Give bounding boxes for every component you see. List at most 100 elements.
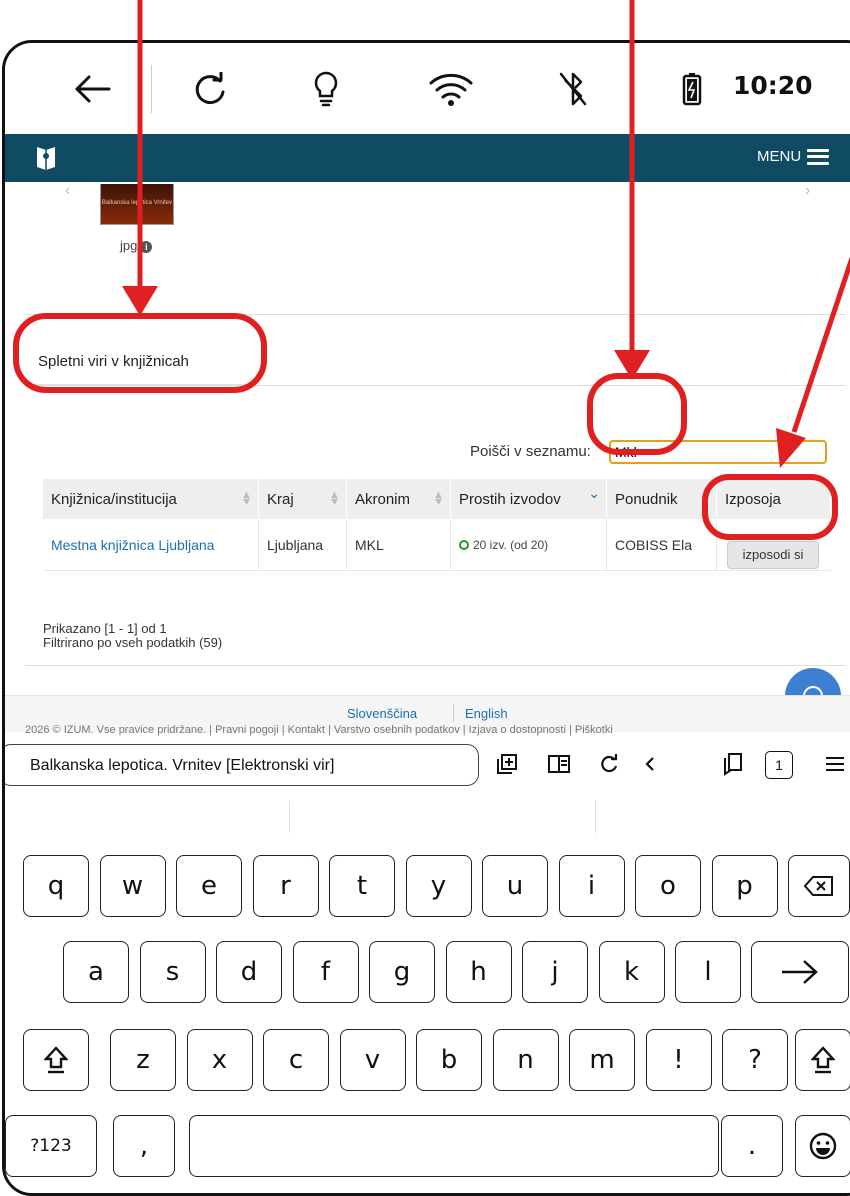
key-k[interactable]: k — [598, 941, 665, 1003]
emoji-key[interactable] — [795, 1115, 850, 1177]
key-a[interactable]: a — [63, 941, 129, 1003]
back-icon[interactable] — [640, 751, 660, 777]
book-cover-thumbnail[interactable]: Balkanska lepotica Vrnitev — [100, 184, 174, 225]
hamburger-icon — [807, 148, 830, 165]
table-cell-available: 20 izv. (od 20) — [451, 519, 607, 571]
browser-menu-icon[interactable] — [823, 751, 847, 777]
lang-slovenian-link[interactable]: Slovenščina — [347, 706, 417, 721]
key-d[interactable]: d — [216, 941, 282, 1003]
key-y[interactable]: y — [405, 855, 472, 917]
section-title[interactable]: Spletni viri v knjižnicah — [38, 353, 189, 370]
key-period[interactable]: . — [721, 1115, 783, 1177]
browser-toolbar: Balkanska lepotica. Vrnitev [Elektronski… — [5, 741, 850, 789]
showing-count: Prikazano [1 - 1] od 1 — [43, 621, 167, 636]
key-w[interactable]: w — [99, 855, 166, 917]
acronym-text: MKL — [355, 536, 384, 553]
table-cell-library[interactable]: Mestna knjižnica Ljubljana — [43, 519, 259, 571]
key-exclamation[interactable]: ! — [645, 1029, 712, 1091]
key-question[interactable]: ? — [722, 1029, 788, 1091]
available-status-icon — [459, 539, 469, 550]
key-o[interactable]: o — [635, 855, 701, 917]
reload-icon[interactable] — [598, 751, 620, 777]
add-bookmark-icon[interactable] — [493, 751, 521, 777]
search-input[interactable] — [609, 440, 827, 464]
key-b[interactable]: b — [416, 1029, 482, 1091]
carousel-prev-icon[interactable]: ‹ — [65, 182, 70, 200]
table-cell-provider: COBISS Ela — [607, 519, 717, 571]
key-p[interactable]: p — [711, 855, 778, 917]
backspace-key[interactable] — [788, 855, 850, 917]
col-header-label: Kraj — [267, 490, 294, 508]
menu-label: MENU — [757, 148, 802, 165]
reader-mode-icon[interactable] — [545, 751, 573, 777]
key-u[interactable]: u — [482, 855, 548, 917]
table-cell-acronym: MKL — [347, 519, 451, 571]
tab-count: 1 — [775, 757, 783, 773]
key-i[interactable]: i — [558, 855, 625, 917]
library-logo-icon[interactable] — [35, 143, 57, 171]
lightbulb-icon[interactable] — [303, 65, 349, 113]
url-bar[interactable]: Balkanska lepotica. Vrnitev [Elektronski… — [5, 744, 479, 786]
key-m[interactable]: m — [569, 1029, 635, 1091]
col-header-acronym[interactable]: Akronim ▲ ▼ — [347, 479, 451, 519]
key-h[interactable]: h — [445, 941, 512, 1003]
status-bar: 10:20 — [5, 43, 850, 135]
battery-icon — [677, 65, 707, 113]
key-g[interactable]: g — [369, 941, 435, 1003]
refresh-icon[interactable] — [185, 65, 235, 113]
on-screen-keyboard: qwertyuiop asdfghjkl z x c v b n m!? ?123,. — [5, 791, 850, 1193]
copyright-text: 2026 © IZUM. Vse pravice pridržane. | Pr… — [25, 724, 613, 736]
key-z[interactable]: z — [110, 1029, 176, 1091]
back-arrow-icon[interactable] — [67, 65, 117, 113]
menu-button[interactable]: MENU — [757, 148, 830, 165]
col-header-available[interactable]: Prostih izvodov ⌄ — [451, 479, 607, 519]
lang-english-link[interactable]: English — [465, 706, 508, 721]
filtered-count: Filtrirano po vseh podatkih (59) — [43, 635, 223, 650]
key-comma[interactable]: , — [113, 1115, 175, 1177]
bookmarks-icon[interactable] — [721, 751, 745, 777]
enter-key[interactable] — [751, 941, 849, 1003]
library-link[interactable]: Mestna knjižnica Ljubljana — [51, 537, 214, 553]
sort-desc-icon: ⌄ — [588, 485, 600, 501]
borrow-button[interactable]: izposodi si — [727, 541, 819, 569]
key-n[interactable]: n — [492, 1029, 559, 1091]
wifi-icon[interactable] — [423, 65, 479, 113]
file-type-text: jpg — [120, 238, 138, 253]
space-key[interactable] — [189, 1115, 719, 1177]
sort-icon: ▲ ▼ — [329, 489, 340, 508]
key-q[interactable]: q — [23, 855, 89, 917]
key-v[interactable]: v — [339, 1029, 406, 1091]
col-header-label: Ponudnik — [615, 490, 678, 508]
key-r[interactable]: r — [252, 855, 319, 917]
divider — [245, 385, 845, 386]
results-info: Prikazano [1 - 1] od 1 Filtrirano po vse… — [43, 622, 222, 650]
key-x[interactable]: x — [186, 1029, 253, 1091]
key-j[interactable]: j — [522, 941, 588, 1003]
suggestion-divider — [289, 801, 290, 833]
carousel-next-icon[interactable]: › — [805, 182, 810, 200]
symbols-key[interactable]: ?123 — [5, 1115, 97, 1177]
info-icon[interactable]: i — [140, 241, 153, 253]
key-t[interactable]: t — [329, 855, 395, 917]
col-header-library[interactable]: Knjižnica/institucija ▲ ▼ — [43, 479, 259, 519]
divider — [453, 704, 454, 722]
section-tab-underline — [25, 384, 245, 386]
col-header-provider[interactable]: Ponudnik ▲ ▼ — [607, 479, 717, 519]
col-header-borrow[interactable]: Izposoja — [717, 479, 831, 519]
site-header: MENU — [5, 134, 850, 182]
bluetooth-off-icon[interactable] — [553, 65, 593, 113]
thumbnail-text: Balkanska lepotica Vrnitev — [101, 200, 173, 206]
suggestion-divider — [595, 801, 596, 833]
key-e[interactable]: e — [176, 855, 242, 917]
key-l[interactable]: l — [675, 941, 741, 1003]
col-header-label: Prostih izvodov — [459, 490, 561, 508]
shift-left-key[interactable] — [23, 1029, 89, 1091]
col-header-city[interactable]: Kraj ▲ ▼ — [259, 479, 347, 519]
sort-icon: ▲ ▼ — [433, 489, 444, 508]
shift-right-key[interactable] — [795, 1029, 850, 1091]
key-c[interactable]: c — [263, 1029, 329, 1091]
divider — [25, 665, 845, 666]
key-f[interactable]: f — [292, 941, 359, 1003]
key-s[interactable]: s — [139, 941, 206, 1003]
tab-count-button[interactable]: 1 — [765, 751, 793, 779]
